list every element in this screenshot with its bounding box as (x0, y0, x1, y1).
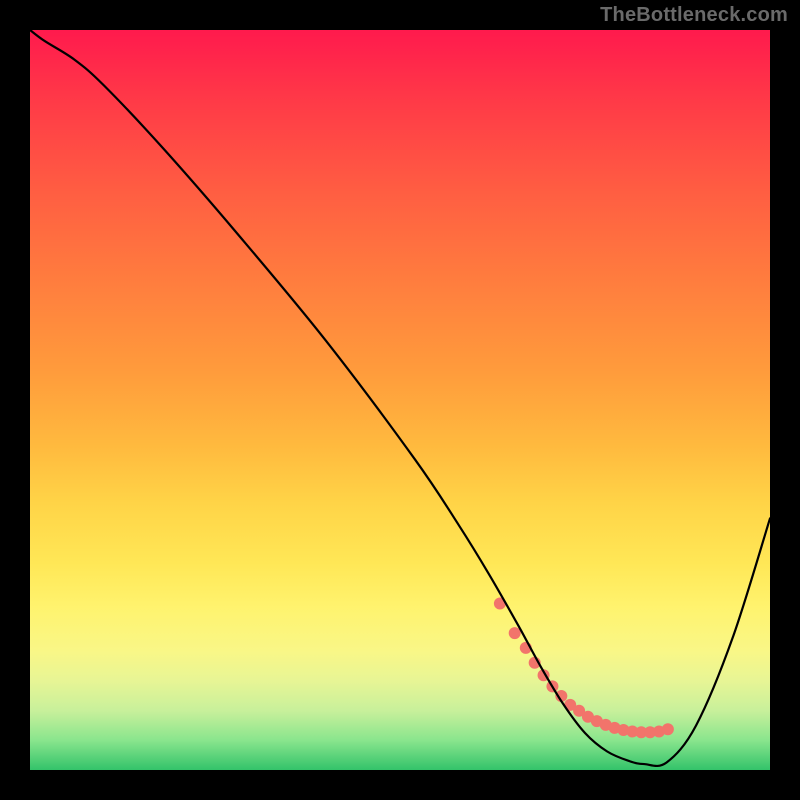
bottleneck-curve (30, 30, 770, 766)
curve-svg (30, 30, 770, 770)
plot-area (30, 30, 770, 770)
valley-dot (509, 627, 521, 639)
watermark-text: TheBottleneck.com (600, 4, 788, 27)
valley-dot (662, 723, 674, 735)
chart-frame: TheBottleneck.com (0, 0, 800, 800)
valley-dots-group (494, 598, 674, 739)
